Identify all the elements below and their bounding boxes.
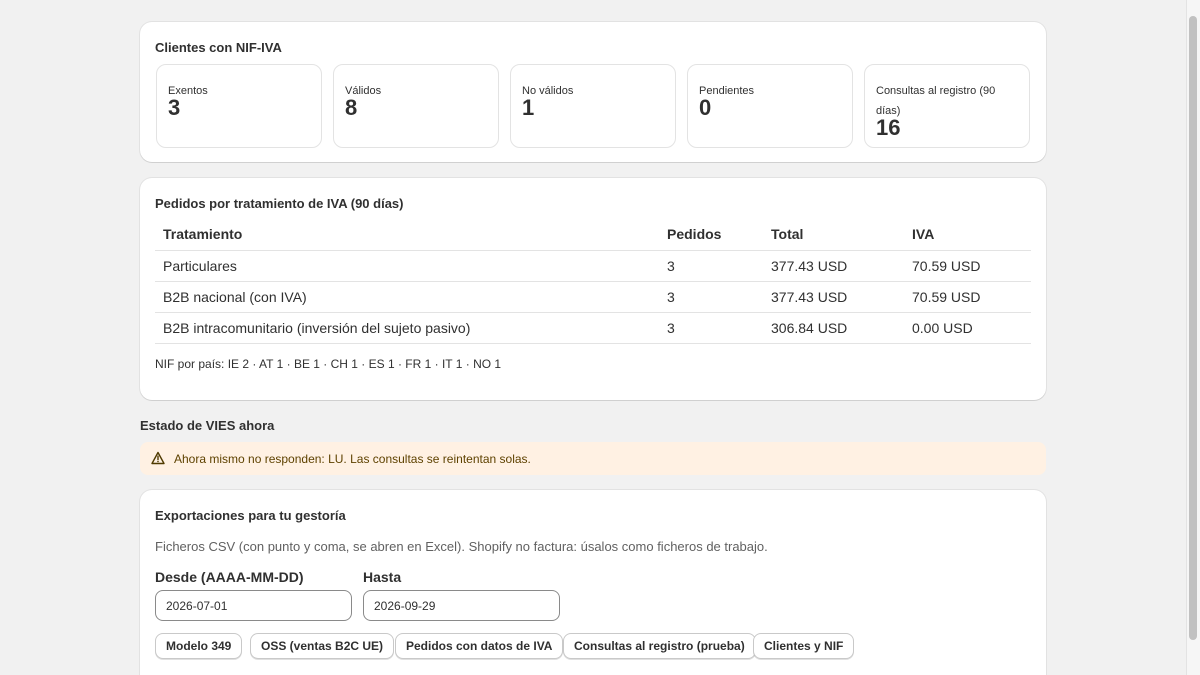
exports-title: Exportaciones para tu gestoría	[155, 508, 346, 523]
stat-invalid: No válidos 1	[510, 64, 676, 148]
to-date-input[interactable]	[363, 590, 560, 621]
row-total: 377.43 USD	[763, 281, 904, 313]
row-treatment: B2B intracomunitario (inversión del suje…	[155, 312, 659, 344]
stat-valid: Válidos 8	[333, 64, 499, 148]
vies-warning-banner: Ahora mismo no responden: LU. Las consul…	[140, 442, 1046, 475]
stat-pending-label: Pendientes	[699, 85, 755, 97]
clients-vat-card: Clientes con NIF-IVA Exentos 3 Válidos 8…	[140, 22, 1046, 162]
column-header-total: Total	[763, 219, 904, 251]
scrollbar-thumb[interactable]	[1189, 16, 1197, 640]
stat-registry-queries-value: 16	[876, 115, 901, 140]
row-orders: 3	[659, 250, 763, 282]
export-clients-nif-button[interactable]: Clientes y NIF	[753, 633, 855, 659]
stat-invalid-label: No válidos	[522, 85, 574, 97]
vat-treatment-table: Tratamiento Pedidos Total IVA Particular…	[155, 219, 1031, 344]
vies-warning-text: Ahora mismo no responden: LU. Las consul…	[174, 452, 531, 466]
row-treatment: B2B nacional (con IVA)	[155, 281, 659, 313]
row-vat: 0.00 USD	[904, 312, 1031, 344]
exports-description: Ficheros CSV (con punto y coma, se abren…	[155, 539, 768, 554]
orders-vat-card: Pedidos por tratamiento de IVA (90 días)…	[140, 178, 1046, 400]
export-oss-button[interactable]: OSS (ventas B2C UE)	[250, 633, 395, 659]
stat-pending-value: 0	[699, 95, 712, 120]
table-row: B2B intracomunitario (inversión del suje…	[155, 312, 1031, 344]
vertical-scrollbar[interactable]	[1186, 0, 1200, 675]
row-treatment: Particulares	[155, 250, 659, 282]
table-row: Particulares 3 377.43 USD 70.59 USD	[155, 250, 1031, 282]
table-row: B2B nacional (con IVA) 3 377.43 USD 70.5…	[155, 281, 1031, 313]
row-vat: 70.59 USD	[904, 250, 1031, 282]
export-registry-queries-button[interactable]: Consultas al registro (prueba)	[563, 633, 756, 659]
stat-exempt: Exentos 3	[156, 64, 322, 148]
stat-exempt-value: 3	[168, 95, 181, 120]
stat-invalid-value: 1	[522, 95, 535, 120]
stat-valid-value: 8	[345, 95, 358, 120]
stat-valid-label: Válidos	[345, 85, 382, 97]
warning-triangle-icon	[151, 451, 165, 465]
row-orders: 3	[659, 312, 763, 344]
row-vat: 70.59 USD	[904, 281, 1031, 313]
stat-exempt-label: Exentos	[168, 85, 208, 97]
export-vat-orders-button[interactable]: Pedidos con datos de IVA	[395, 633, 564, 659]
vies-status-heading: Estado de VIES ahora	[140, 418, 275, 433]
row-total: 377.43 USD	[763, 250, 904, 282]
exports-card: Exportaciones para tu gestoría Ficheros …	[140, 490, 1046, 675]
nif-by-country-note: NIF por país: IE 2 · AT 1 · BE 1 · CH 1 …	[155, 357, 502, 371]
stat-pending: Pendientes 0	[687, 64, 853, 148]
to-date-label: Hasta	[363, 569, 402, 585]
orders-vat-title: Pedidos por tratamiento de IVA (90 días)	[155, 196, 404, 211]
from-date-input[interactable]	[155, 590, 352, 621]
table-header-row: Tratamiento Pedidos Total IVA	[155, 219, 1031, 251]
page: Clientes con NIF-IVA Exentos 3 Válidos 8…	[0, 0, 1186, 675]
clients-vat-title: Clientes con NIF-IVA	[155, 40, 282, 55]
row-total: 306.84 USD	[763, 312, 904, 344]
column-header-vat: IVA	[904, 219, 1031, 251]
export-modelo-349-button[interactable]: Modelo 349	[155, 633, 243, 659]
row-orders: 3	[659, 281, 763, 313]
column-header-orders: Pedidos	[659, 219, 763, 251]
from-date-label: Desde (AAAA-MM-DD)	[155, 569, 304, 585]
stat-registry-queries: Consultas al registro (90 días) 16	[864, 64, 1030, 148]
column-header-treatment: Tratamiento	[155, 219, 659, 251]
